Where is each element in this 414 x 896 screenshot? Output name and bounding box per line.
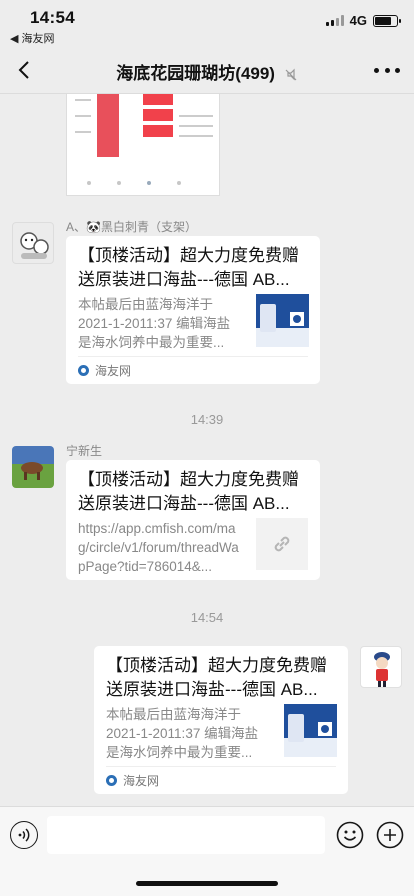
status-time: 14:54	[30, 8, 75, 27]
timestamp: 14:39	[190, 412, 224, 427]
avatar[interactable]	[12, 222, 54, 264]
avatar[interactable]	[360, 646, 402, 688]
voice-icon	[18, 828, 30, 842]
image-message[interactable]	[66, 94, 220, 196]
card-thumbnail	[284, 704, 337, 757]
sender-name: A、🐼黑白刺青（支架）	[66, 220, 197, 234]
sender-name: 宁新生	[66, 444, 103, 458]
chat-title: 海底花园珊瑚坊(499)	[0, 59, 414, 84]
card-url: https://app.cmfish.com/mag/circle/v1/for…	[78, 521, 239, 574]
more-dot-icon	[384, 67, 390, 73]
back-to-app-link[interactable]: ◀ 海友网	[10, 30, 55, 46]
voice-button[interactable]	[10, 821, 38, 849]
card-footer: 海友网	[78, 356, 308, 384]
more-button[interactable]	[374, 60, 400, 80]
link-card[interactable]: 【顶楼活动】超大力度免费赠送原装进口海盐---德国 AB... 本帖最后由蓝海海…	[66, 236, 320, 384]
card-thumbnail	[256, 294, 309, 347]
card-description: 本帖最后由蓝海海洋于 2021-1-2011:37 编辑海盐 是海水饲养中最为重…	[78, 297, 231, 350]
card-footer: 海友网	[106, 766, 336, 794]
card-source: 海友网	[95, 364, 132, 378]
plus-button[interactable]	[376, 821, 404, 849]
network-label: 4G	[349, 13, 367, 28]
status-bar: 14:54 ◀ 海友网 4G	[0, 0, 414, 46]
more-dot-icon	[374, 67, 379, 73]
battery-icon	[373, 14, 401, 27]
link-card[interactable]: 【顶楼活动】超大力度免费赠送原装进口海盐---德国 AB... 本帖最后由蓝海海…	[94, 646, 348, 794]
group-name: 海底花园珊瑚坊(499)	[116, 64, 275, 83]
link-placeholder	[256, 518, 308, 570]
avatar[interactable]	[12, 446, 54, 488]
link-icon	[274, 536, 290, 552]
card-title: 【顶楼活动】超大力度免费赠送原装进口海盐---德国 AB...	[78, 470, 299, 513]
card-title: 【顶楼活动】超大力度免费赠送原装进口海盐---德国 AB...	[78, 246, 299, 289]
status-indicators: 4G	[325, 13, 401, 28]
card-description: 本帖最后由蓝海海洋于 2021-1-2011:37 编辑海盐 是海水饲养中最为重…	[106, 707, 259, 760]
timestamp: 14:54	[190, 610, 224, 625]
mute-icon	[285, 68, 297, 80]
site-logo-icon	[106, 775, 117, 786]
card-source: 海友网	[123, 774, 160, 788]
nav-bar: 海底花园珊瑚坊(499)	[0, 46, 414, 94]
home-indicator	[136, 881, 278, 886]
site-logo-icon	[78, 365, 89, 376]
signal-icon	[325, 15, 344, 26]
emoji-button[interactable]	[336, 821, 364, 849]
card-title: 【顶楼活动】超大力度免费赠送原装进口海盐---德国 AB...	[106, 656, 327, 699]
chat-area[interactable]: A、🐼黑白刺青（支架） 【顶楼活动】超大力度免费赠送原装进口海盐---德国 AB…	[0, 94, 414, 806]
more-dot-icon	[395, 67, 400, 73]
link-card[interactable]: 【顶楼活动】超大力度免费赠送原装进口海盐---德国 AB... https://…	[66, 460, 320, 580]
message-input[interactable]	[47, 816, 325, 854]
